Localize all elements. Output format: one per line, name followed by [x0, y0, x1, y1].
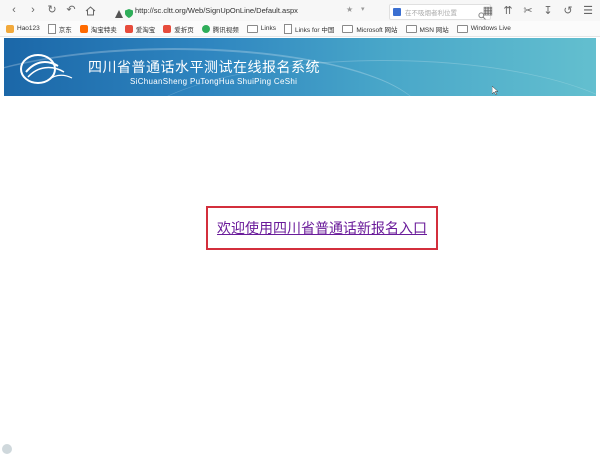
bookmark-item[interactable]: 爱淘宝	[124, 24, 155, 34]
toolbar-right: ▦ ⇈ ✂ ↧ ↺ ☰	[477, 3, 596, 19]
extensions-icon[interactable]: ⇈	[500, 3, 516, 19]
folder-icon	[456, 24, 468, 33]
home-icon[interactable]	[82, 3, 98, 19]
cltt-logo-icon	[18, 52, 74, 91]
bookmark-item[interactable]: 淘宝特卖	[79, 24, 117, 34]
bookmark-item[interactable]: Microsoft 网站	[342, 24, 398, 34]
file-icon	[283, 23, 292, 34]
entry-highlight-box: 欢迎使用四川省普通话新报名入口	[206, 206, 438, 250]
address-bar[interactable]: http://sc.cltt.org/Web/SignUpOnLine/Defa…	[115, 3, 375, 18]
star-icon[interactable]: ★	[346, 5, 353, 14]
hao123-icon	[6, 24, 14, 33]
undo-close-icon[interactable]: ↺	[560, 3, 576, 19]
download-icon[interactable]: ↧	[540, 3, 556, 19]
forward-icon[interactable]: ›	[25, 3, 41, 19]
browser-toolbar: ‹ › ↻ ↶ http://sc.cltt.org/Web/SignUpOnL…	[0, 0, 600, 21]
site-banner: 四川省普通话水平测试在线报名系统 SiChuanSheng PuTongHua …	[4, 38, 596, 96]
cursor-icon	[491, 82, 499, 96]
signup-entry-link[interactable]: 欢迎使用四川省普通话新报名入口	[217, 218, 427, 238]
banner-title: 四川省普通话水平测试在线报名系统	[88, 59, 320, 75]
bookmark-item[interactable]: Windows Live	[456, 24, 511, 33]
aizhe-icon	[163, 24, 172, 33]
bookmark-item[interactable]: Links for 中国	[283, 23, 334, 34]
bookmark-item[interactable]: 京东	[47, 23, 72, 34]
search-box[interactable]: 在不吸烟者利位置	[389, 4, 491, 20]
folder-icon	[342, 24, 354, 33]
folder-icon	[405, 24, 417, 33]
bookmark-item[interactable]: Links	[246, 24, 276, 33]
bookmark-item[interactable]: 爱折页	[163, 24, 194, 34]
dropdown-icon[interactable]: ▾	[361, 5, 365, 13]
file-icon	[47, 23, 56, 34]
bookmark-item[interactable]: MSN 网站	[405, 24, 449, 34]
taobao-icon	[79, 24, 88, 33]
search-input[interactable]: 在不吸烟者利位置	[405, 7, 457, 17]
bookmarks-bar: Hao123 京东 淘宝特卖 爱淘宝 爱折页 腾讯视频 Links Links …	[0, 21, 600, 37]
apps-icon[interactable]: ▦	[480, 3, 496, 19]
folder-icon	[246, 24, 258, 33]
bookmark-item[interactable]: 腾讯视频	[201, 24, 239, 34]
back-icon[interactable]: ‹	[6, 3, 22, 19]
undo-icon[interactable]: ↶	[63, 3, 79, 19]
refresh-icon[interactable]: ↻	[44, 3, 60, 19]
corner-icon	[2, 444, 12, 454]
scissors-icon[interactable]: ✂	[520, 3, 536, 19]
bookmark-item[interactable]: Hao123	[6, 24, 40, 33]
aitaobao-icon	[124, 24, 133, 33]
url-text[interactable]: http://sc.cltt.org/Web/SignUpOnLine/Defa…	[135, 6, 298, 15]
banner-subtitle: SiChuanSheng PuTongHua ShuiPing CeShi	[130, 77, 298, 86]
tencent-video-icon	[201, 24, 210, 33]
menu-icon[interactable]: ☰	[580, 3, 596, 19]
search-engine-icon[interactable]	[393, 8, 401, 16]
